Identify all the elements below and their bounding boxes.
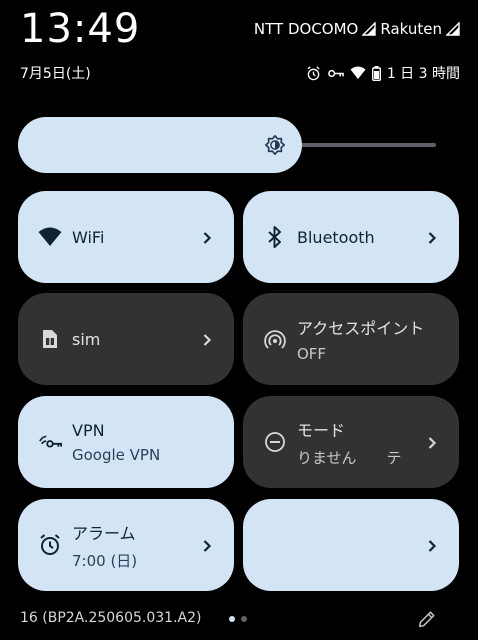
page-dot <box>241 616 247 622</box>
tile-title: アクセスポイント <box>297 319 425 338</box>
tile-text: モード りません テ <box>297 417 427 468</box>
tile-text: sim <box>72 330 202 349</box>
tile-subtitle: Google VPN <box>72 445 161 464</box>
carrier-rakuten: Rakuten <box>380 20 460 38</box>
chevron-right-icon[interactable] <box>427 435 441 449</box>
status-icons: 1 日 3 時間 <box>306 63 460 83</box>
cell-signal-icon <box>362 22 377 36</box>
tile-title: Bluetooth <box>297 227 375 247</box>
tile-3[interactable]: アクセスポイント OFF <box>243 293 459 385</box>
wifi-icon <box>350 66 366 80</box>
date-text: 7月5日(土) <box>20 66 91 82</box>
edit-button[interactable] <box>416 608 438 630</box>
brightness-fill[interactable] <box>18 117 302 173</box>
page-indicator <box>229 616 247 622</box>
tile-title: モード <box>297 420 346 440</box>
carrier-name: Rakuten <box>380 20 442 38</box>
tile-4[interactable]: VPN Google VPN <box>18 396 234 488</box>
pencil-icon <box>418 611 435 628</box>
tile-2[interactable]: sim <box>18 293 234 385</box>
tile-subtitle: りません テ <box>297 448 402 467</box>
cell-signal-icon <box>446 22 460 36</box>
tile-subtitle: 7:00 (日) <box>72 551 138 570</box>
chevron-right-icon[interactable] <box>202 538 216 552</box>
tile-icon-empty <box>263 533 287 557</box>
vpn-key-icon <box>38 430 62 454</box>
chevron-right-icon[interactable] <box>202 230 216 244</box>
tile-text: WiFi <box>72 228 202 247</box>
do-not-disturb-icon <box>263 430 287 454</box>
tile-5[interactable]: モード りません テ <box>243 396 459 488</box>
carrier-name: NTT DOCOMO <box>253 20 359 38</box>
tile-0[interactable]: WiFi <box>18 191 234 283</box>
chevron-right-icon[interactable] <box>202 332 216 346</box>
tile-text: アラーム 7:00 (日) <box>72 520 202 571</box>
build-number: 16 (BP2A.250605.031.A2) <box>20 610 202 626</box>
tile-title: アラーム <box>72 523 136 543</box>
brightness-slider[interactable] <box>18 117 436 173</box>
alarm-icon <box>38 533 62 557</box>
bluetooth-icon <box>263 225 287 249</box>
tile-title: WiFi <box>72 227 105 247</box>
tile-7[interactable] <box>243 499 459 591</box>
tile-text: アクセスポイント OFF <box>297 315 441 363</box>
sim-icon <box>38 327 62 351</box>
tile-text: Bluetooth <box>297 228 427 247</box>
alarm-icon <box>306 65 321 81</box>
tile-6[interactable]: アラーム 7:00 (日) <box>18 499 234 591</box>
battery-text: 1 日 3 時間 <box>386 66 460 82</box>
tile-subtitle: OFF <box>297 345 327 363</box>
tile-text: VPN Google VPN <box>72 421 216 464</box>
hotspot-icon <box>263 327 287 351</box>
carrier-docomo: NTT DOCOMO <box>253 20 377 38</box>
page-dot-active <box>229 616 235 622</box>
carrier-status: NTT DOCOMO Rakuten <box>254 20 460 38</box>
chevron-right-icon[interactable] <box>427 230 441 244</box>
clock-time: 13:49 <box>20 6 141 52</box>
brightness-icon <box>265 135 285 155</box>
wifi-icon <box>38 225 62 249</box>
tile-1[interactable]: Bluetooth <box>243 191 459 283</box>
battery-icon <box>371 65 381 81</box>
vpn-key-icon <box>327 66 344 81</box>
tile-title: VPN <box>72 420 105 440</box>
tile-title: sim <box>72 329 101 349</box>
chevron-right-icon[interactable] <box>427 538 441 552</box>
